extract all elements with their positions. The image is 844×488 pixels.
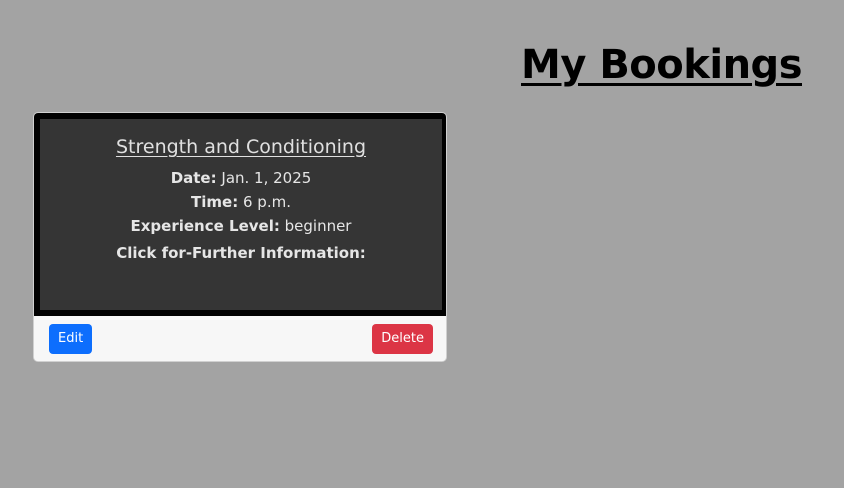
- delete-button[interactable]: Delete: [372, 324, 433, 354]
- time-label: Time:: [191, 193, 239, 211]
- experience-level-row: Experience Level: beginner: [40, 214, 442, 238]
- booking-card: Strength and Conditioning Date: Jan. 1, …: [33, 112, 447, 362]
- further-information-text: Click for-Further Information:: [116, 244, 366, 262]
- booking-card-footer: Edit Delete: [34, 316, 446, 361]
- edit-button[interactable]: Edit: [49, 324, 93, 354]
- page: My Bookings Strength and Conditioning Da…: [0, 0, 844, 488]
- date-label: Date:: [170, 169, 217, 187]
- date-row: Date: Jan. 1, 2025: [40, 166, 442, 190]
- class-name-link[interactable]: Strength and Conditioning: [116, 136, 366, 158]
- booking-card-body: Strength and Conditioning Date: Jan. 1, …: [34, 113, 446, 316]
- time-row: Time: 6 p.m.: [40, 190, 442, 214]
- page-title: My Bookings: [521, 42, 802, 88]
- date-value: Jan. 1, 2025: [221, 169, 312, 187]
- experience-level-label: Experience Level:: [130, 217, 280, 235]
- booking-card-content: Strength and Conditioning Date: Jan. 1, …: [40, 119, 442, 310]
- experience-level-value: beginner: [284, 217, 352, 235]
- time-value: 6 p.m.: [242, 193, 291, 211]
